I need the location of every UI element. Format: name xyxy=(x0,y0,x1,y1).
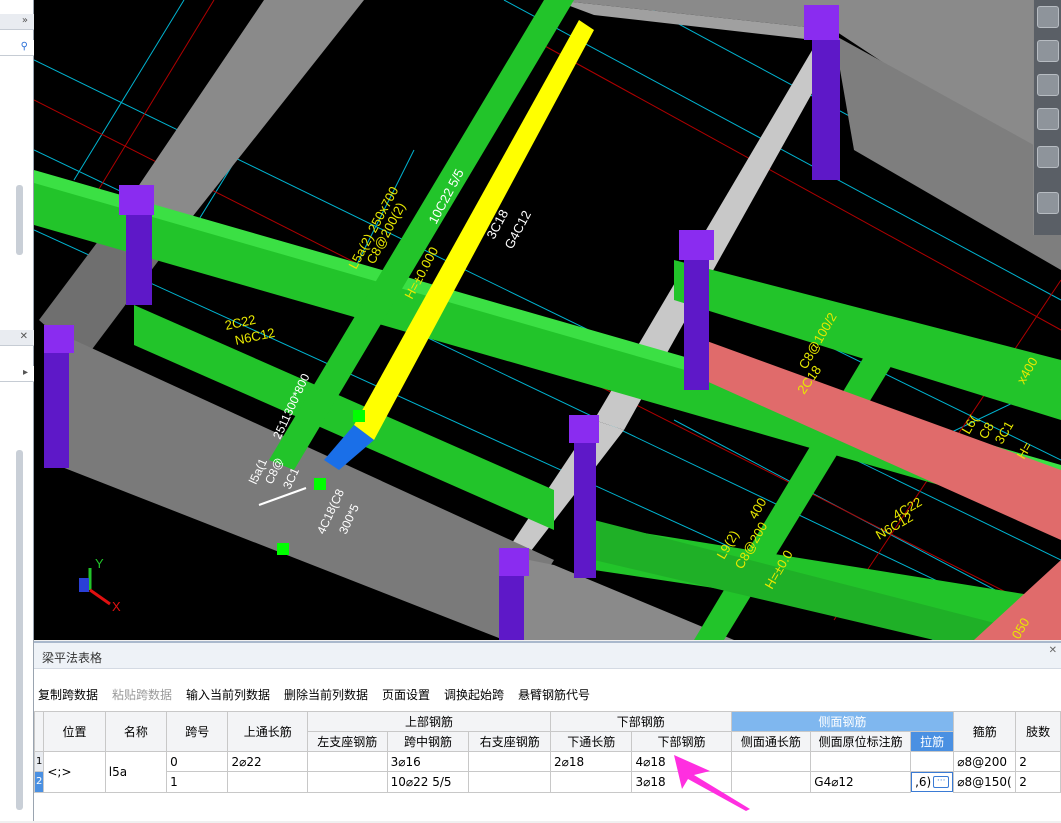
close-icon[interactable]: ✕ xyxy=(20,331,28,342)
axis-x-label: X xyxy=(112,599,121,614)
sidebar-bar-search: ⚲ xyxy=(0,40,34,56)
arrow-annotation xyxy=(674,755,750,811)
beam-table-panel: 梁平法表格 ✕ 复制跨数据 粘贴跨数据 输入当前列数据 删除当前列数据 页面设置… xyxy=(33,641,1061,821)
cube-icon[interactable] xyxy=(1037,108,1059,130)
sidebar-scrollbar[interactable] xyxy=(16,185,23,255)
3d-viewport[interactable]: 10C22 5/5 3C18 G4C12 L5a(2) 250x700 C8@2… xyxy=(34,0,1061,640)
view-toolbar xyxy=(1033,0,1061,235)
sidebar-bar-top: » xyxy=(0,14,34,30)
left-sidebar: » ⚲ ✕ ▸ xyxy=(0,0,34,821)
2d-view-icon[interactable] xyxy=(1037,40,1059,62)
label-3c1: 3C1 xyxy=(992,418,1017,446)
3d-view-icon[interactable] xyxy=(1037,74,1059,96)
sidebar-bar-mid: ✕ xyxy=(0,330,34,346)
rotate-icon[interactable] xyxy=(1037,146,1059,168)
layout-icon[interactable] xyxy=(1037,192,1059,214)
search-icon[interactable]: ⚲ xyxy=(21,41,28,52)
sidebar-bar-arrow: ▸ xyxy=(0,366,34,382)
chevron-right-icon[interactable]: ▸ xyxy=(23,367,28,378)
sidebar-scrollbar-2[interactable] xyxy=(16,450,23,810)
axis-indicator: Y X xyxy=(79,556,121,614)
orbit-icon[interactable] xyxy=(1037,6,1059,28)
chevron-right-icon[interactable]: » xyxy=(22,15,28,26)
viewport-canvas: 10C22 5/5 3C18 G4C12 L5a(2) 250x700 C8@2… xyxy=(34,0,1061,640)
axis-y-label: Y xyxy=(95,556,104,571)
